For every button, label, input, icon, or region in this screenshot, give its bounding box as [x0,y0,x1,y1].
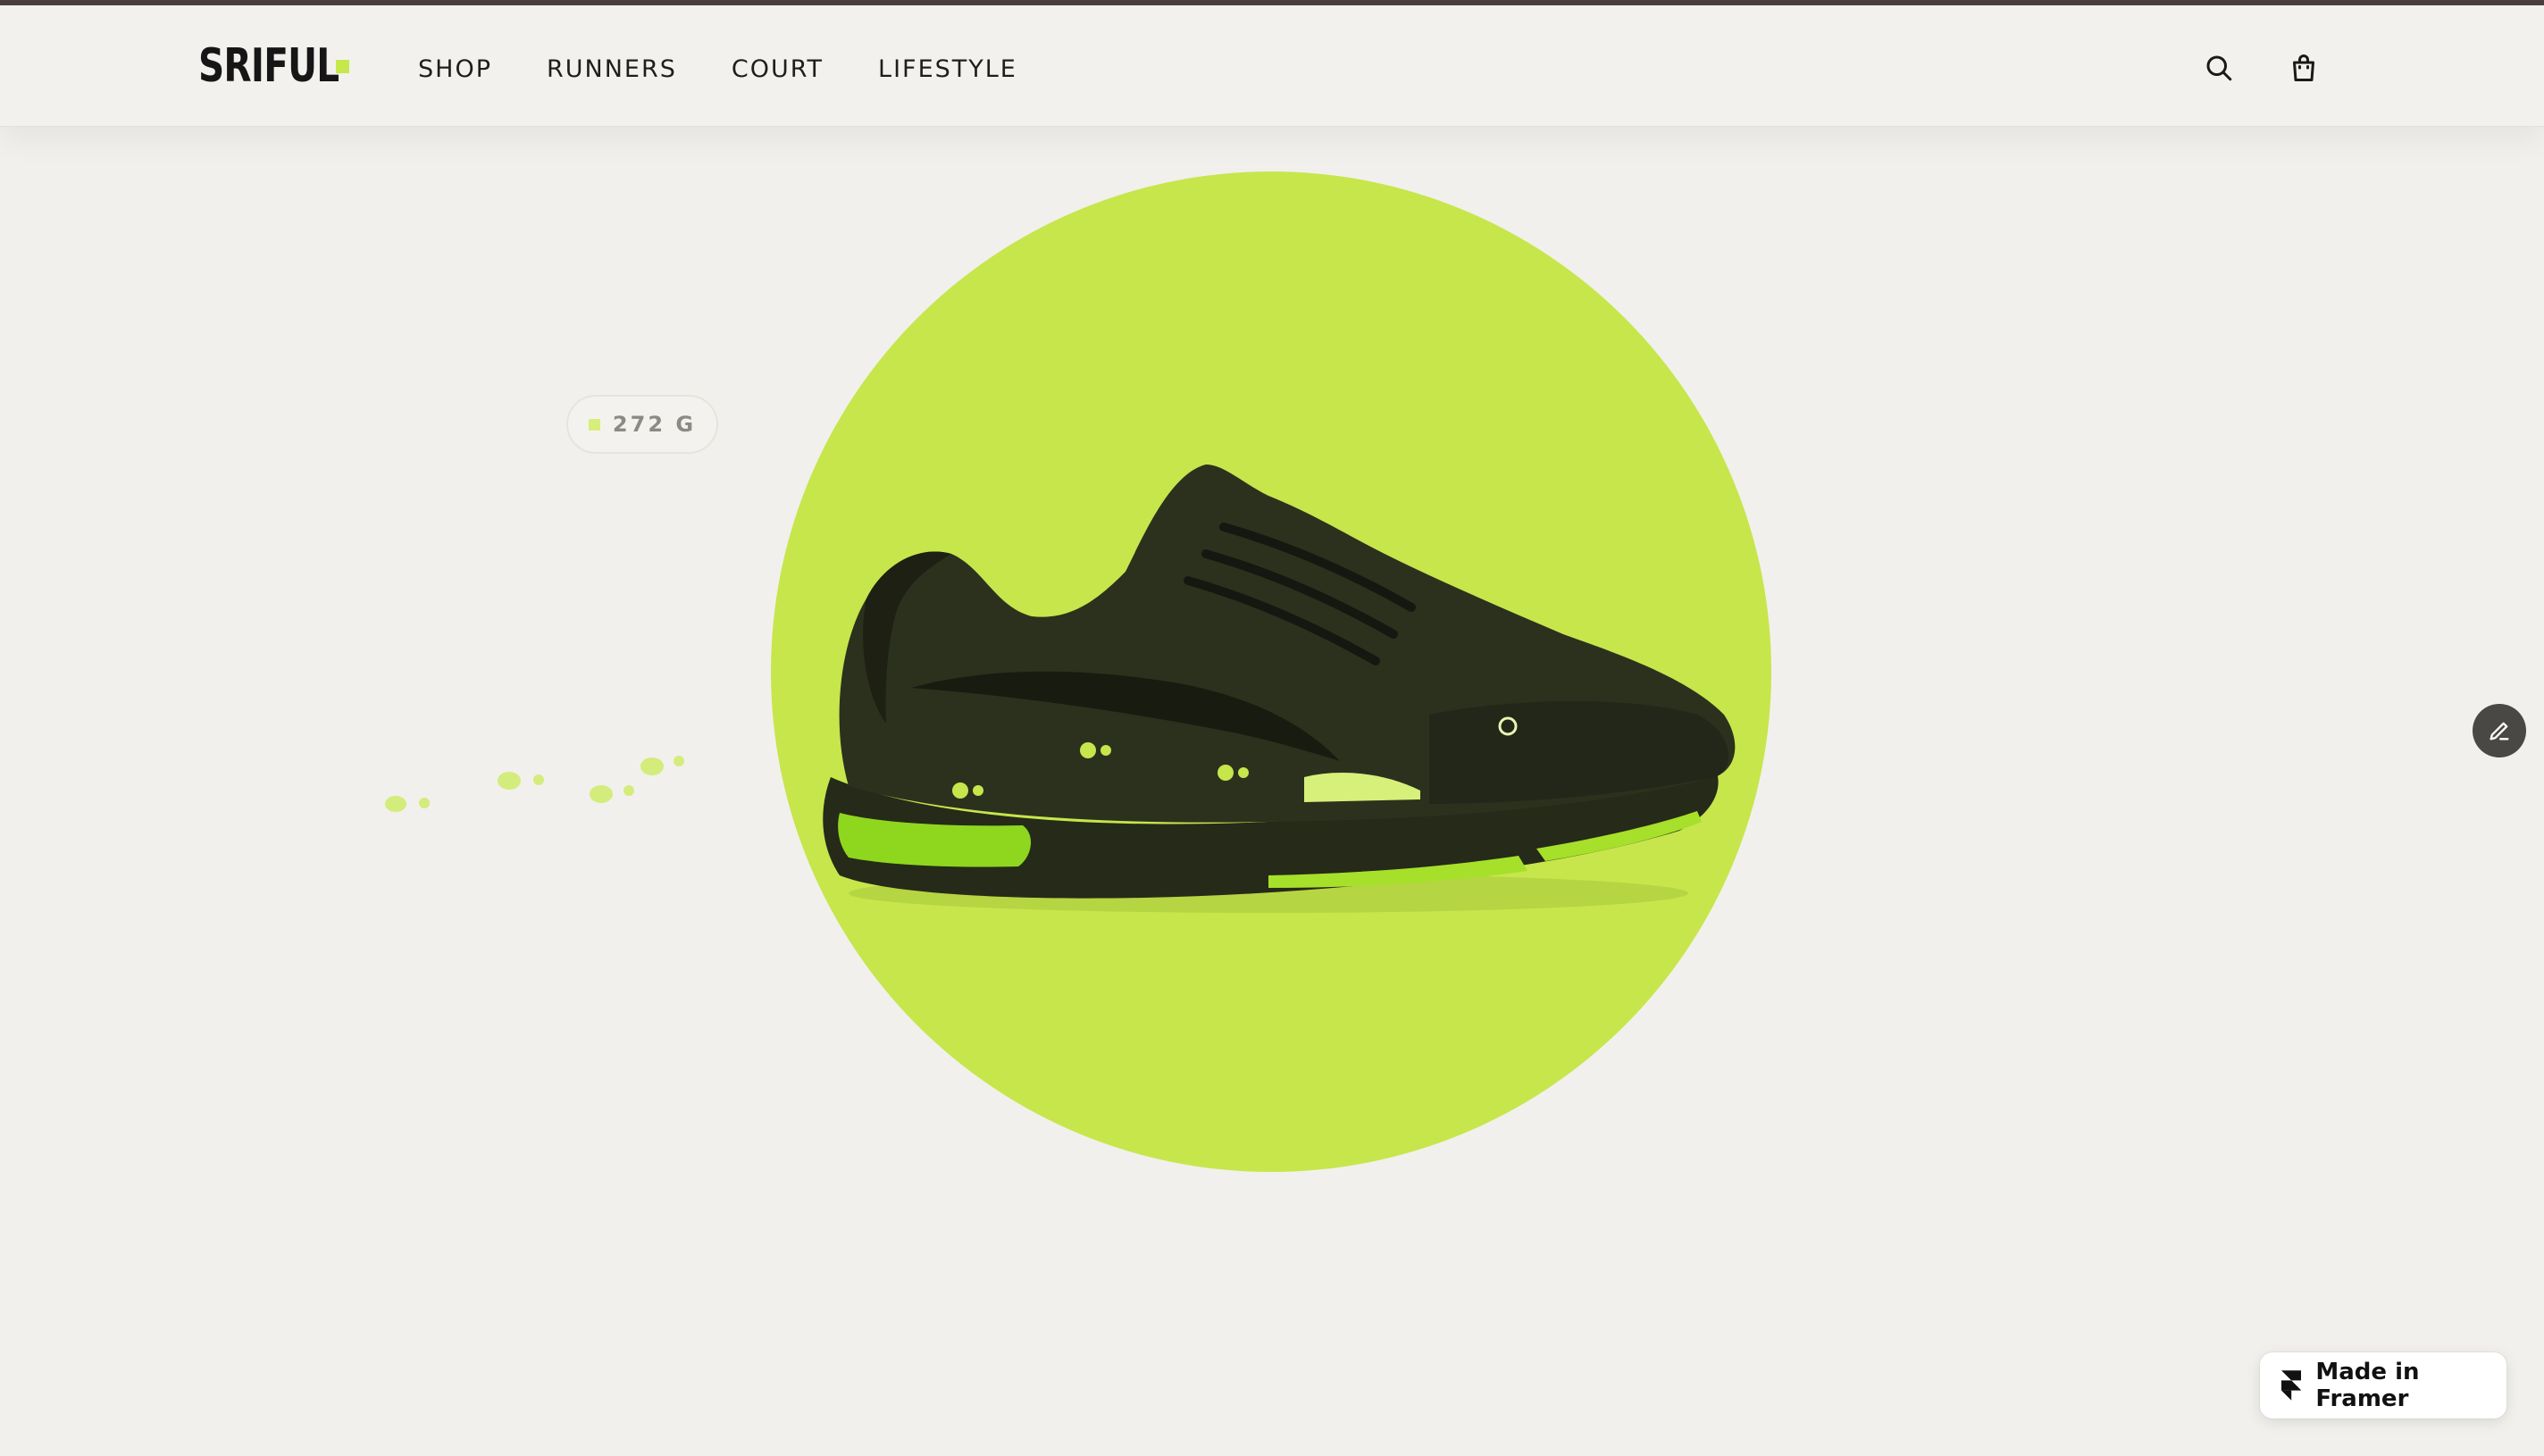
shopping-bag-icon [2293,54,2314,81]
logo: SRIFUL [198,39,339,93]
site-header: SRIFUL SHOP RUNNERS COURT LIFESTYLE [0,5,2544,127]
made-in-framer-badge[interactable]: Made in Framer [2260,1352,2506,1418]
logo-link[interactable]: SRIFUL [198,39,349,93]
pencil-icon [2490,722,2509,741]
sneaker-image [823,464,1736,913]
page: SRIFUL SHOP RUNNERS COURT LIFESTYLE 272 … [0,0,2544,1456]
cart-button[interactable] [2284,48,2323,88]
framer-logo-icon [2281,1370,2302,1401]
edit-button[interactable] [2473,704,2526,757]
search-button[interactable] [2199,48,2239,88]
weight-badge: 272 G [566,395,718,454]
nav-item-shop[interactable]: SHOP [418,52,492,88]
motion-trail-dots [385,756,684,812]
nav-item-runners[interactable]: RUNNERS [547,52,677,88]
framer-badge-label: Made in Framer [2315,1359,2420,1412]
nav-item-court[interactable]: COURT [732,52,824,88]
badge-dot [588,418,600,431]
nav-item-lifestyle[interactable]: LIFESTYLE [878,52,1017,88]
main-navigation: SHOP RUNNERS COURT LIFESTYLE [418,52,1072,88]
weight-label: 272 G [612,412,697,437]
search-icon [2206,55,2232,81]
